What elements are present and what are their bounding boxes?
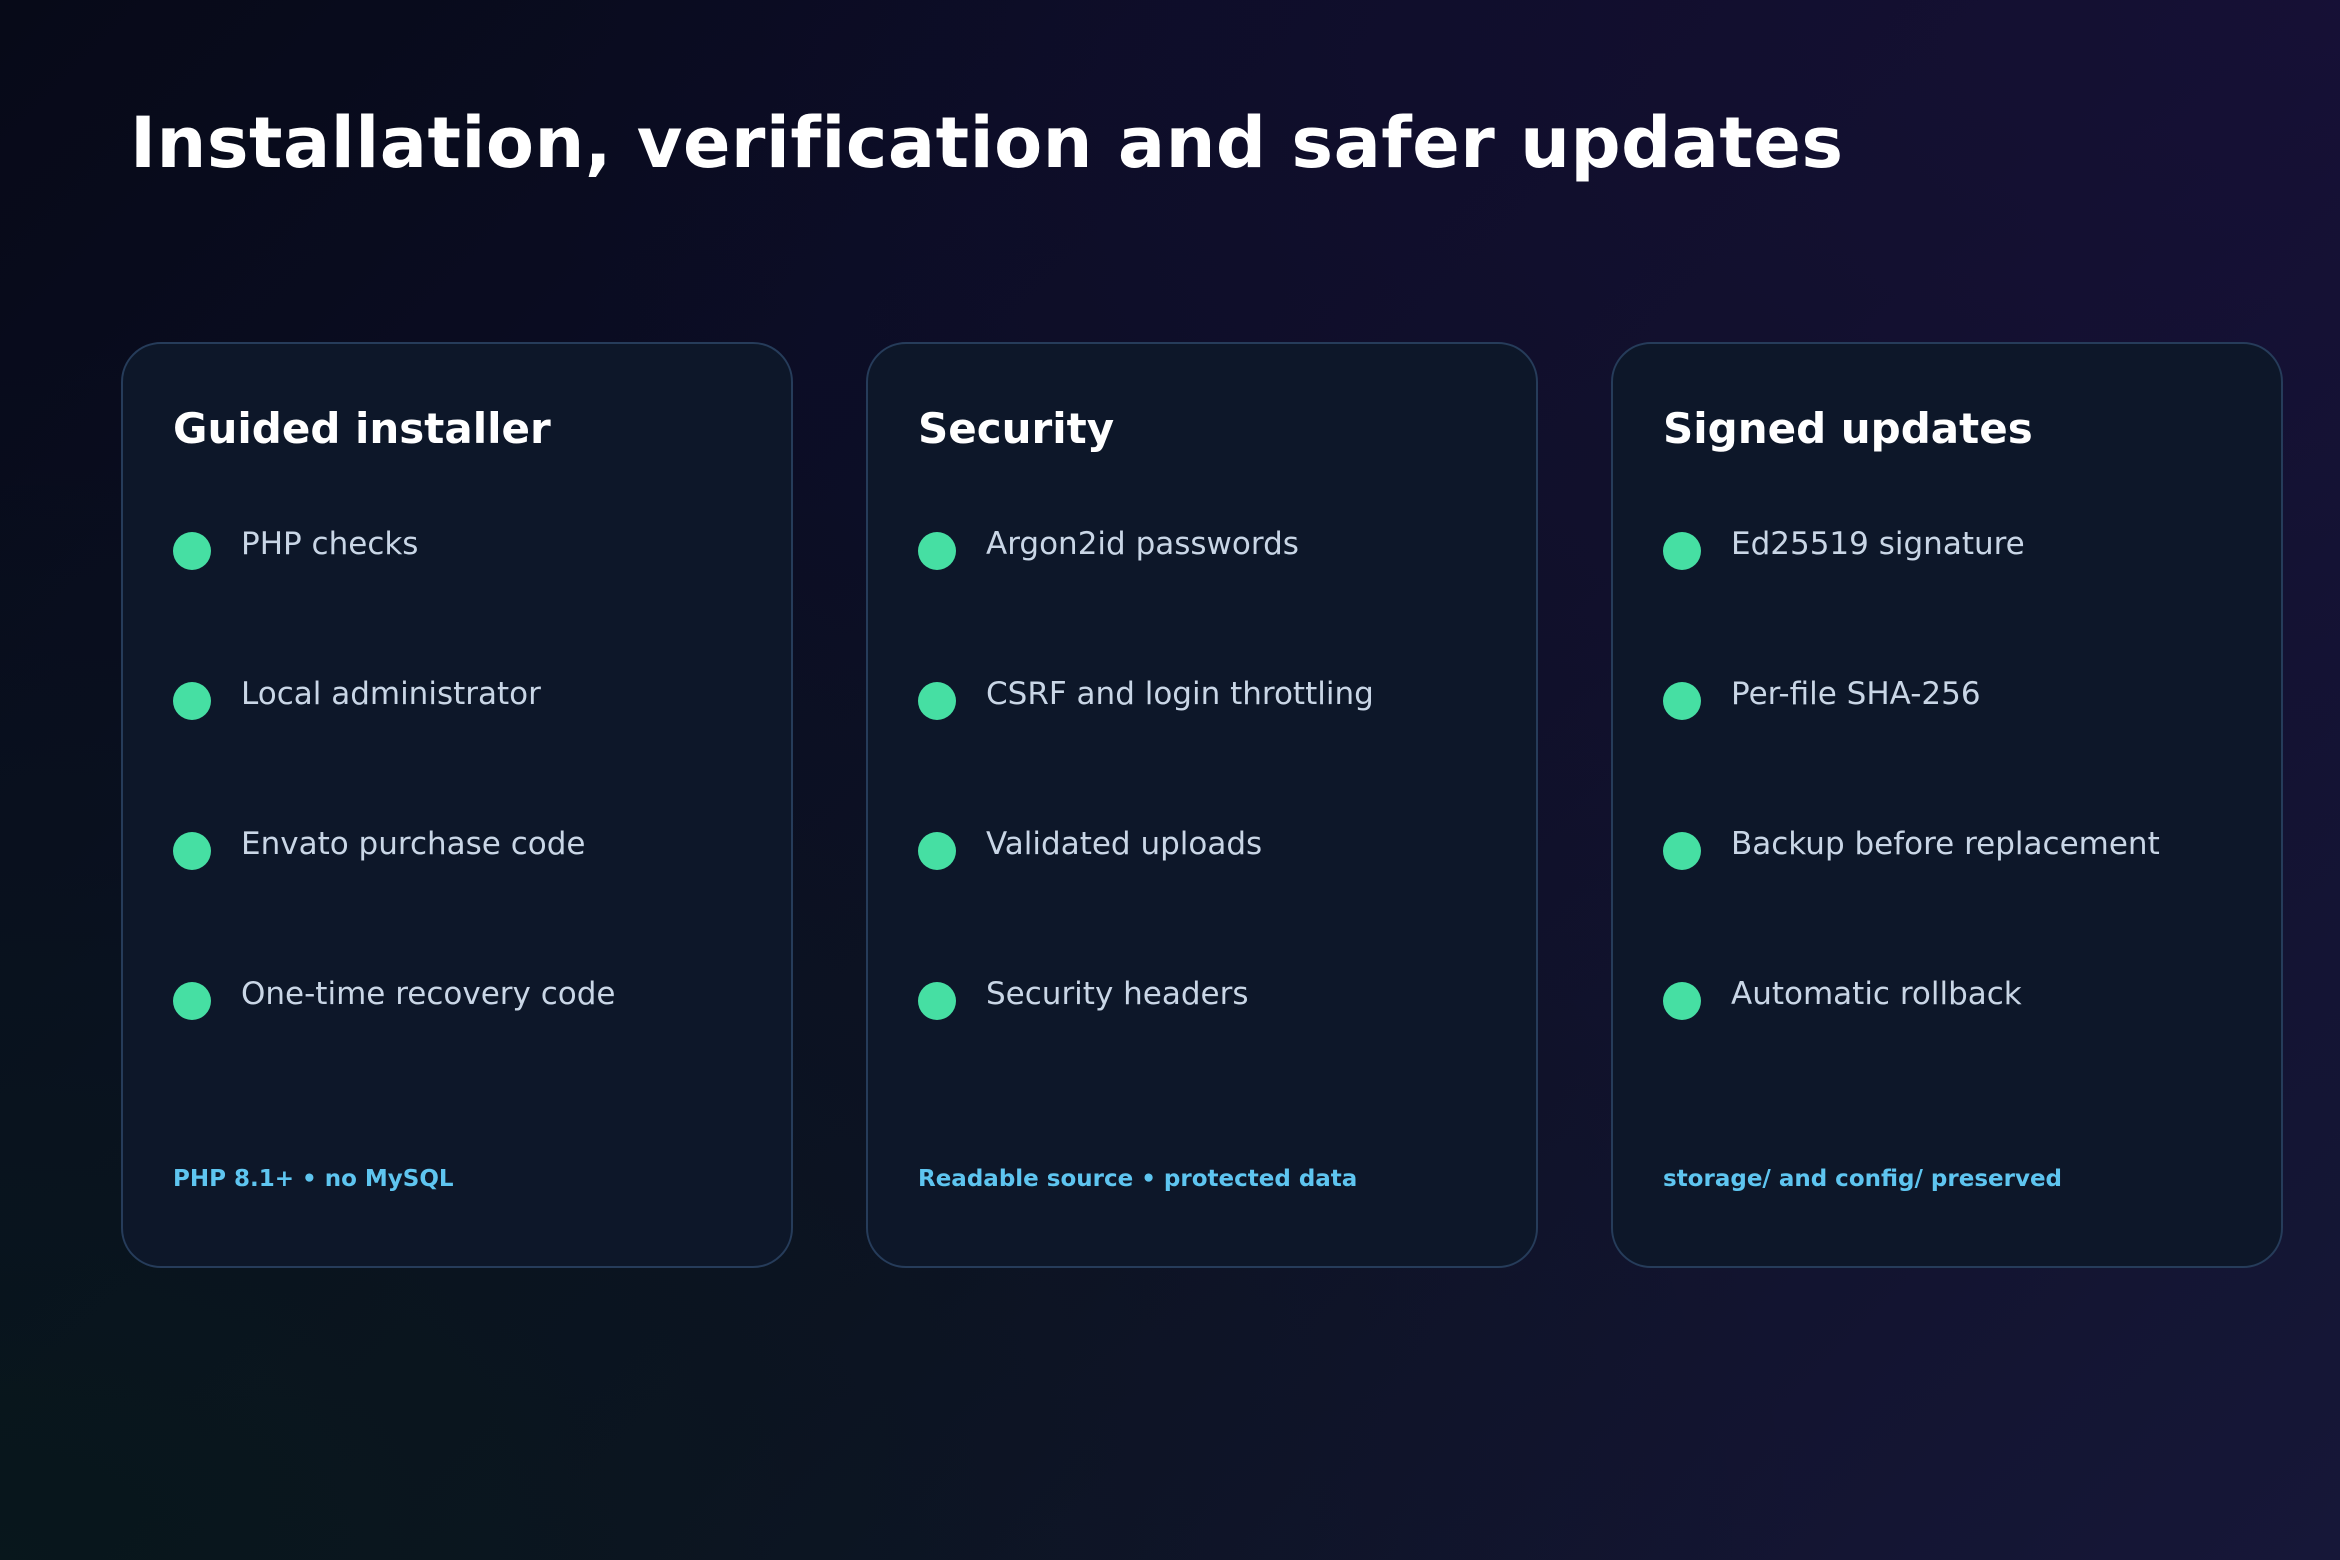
feature-item: Automatic rollback <box>1663 964 2022 1024</box>
feature-item: Argon2id passwords <box>918 514 1299 574</box>
bullet-dot-icon <box>173 832 211 870</box>
feature-label: PHP checks <box>241 526 419 562</box>
feature-label: One-time recovery code <box>241 976 616 1012</box>
page-title: Installation, verification and safer upd… <box>130 102 1844 184</box>
feature-item: Per-file SHA-256 <box>1663 664 1981 724</box>
card-security: Security Argon2id passwords CSRF and logi… <box>866 342 1538 1268</box>
feature-label: Backup before replacement <box>1731 826 2160 862</box>
feature-item: Envato purchase code <box>173 814 585 874</box>
feature-item: Security headers <box>918 964 1249 1024</box>
feature-item: PHP checks <box>173 514 418 574</box>
bullet-dot-icon <box>173 532 211 570</box>
feature-item: Validated uploads <box>918 814 1262 874</box>
card-guided-installer: Guided installer PHP checks Local adminis… <box>121 342 793 1268</box>
feature-label: Per-file SHA-256 <box>1731 676 1981 712</box>
card-footer-note: storage/ and config/ preserved <box>1663 1166 2063 1192</box>
feature-label: Local administrator <box>241 676 541 712</box>
feature-label: Validated uploads <box>986 826 1263 862</box>
feature-item: Backup before replacement <box>1663 814 2160 874</box>
bullet-dot-icon <box>1663 982 1701 1020</box>
bullet-dot-icon <box>918 832 956 870</box>
feature-label: Ed25519 signature <box>1731 526 2025 562</box>
card-footer-note: PHP 8.1+ • no MySQL <box>173 1166 454 1192</box>
feature-label: CSRF and login throttling <box>986 676 1374 712</box>
card-title: Security <box>918 404 1115 453</box>
bullet-dot-icon <box>173 682 211 720</box>
card-title: Guided installer <box>173 404 551 453</box>
feature-item: Ed25519 signature <box>1663 514 2025 574</box>
feature-item: One-time recovery code <box>173 964 615 1024</box>
feature-label: Argon2id passwords <box>986 526 1299 562</box>
bullet-dot-icon <box>1663 832 1701 870</box>
card-footer-note: Readable source • protected data <box>918 1166 1358 1192</box>
feature-item: Local administrator <box>173 664 541 724</box>
bullet-dot-icon <box>1663 682 1701 720</box>
card-title: Signed updates <box>1663 404 2033 453</box>
feature-label: Security headers <box>986 976 1249 1012</box>
feature-label: Automatic rollback <box>1731 976 2022 1012</box>
feature-item: CSRF and login throttling <box>918 664 1374 724</box>
bullet-dot-icon <box>918 532 956 570</box>
feature-label: Envato purchase code <box>241 826 586 862</box>
bullet-dot-icon <box>918 982 956 1020</box>
bullet-dot-icon <box>1663 532 1701 570</box>
bullet-dot-icon <box>173 982 211 1020</box>
bullet-dot-icon <box>918 682 956 720</box>
card-signed-updates: Signed updates Ed25519 signature Per-file… <box>1611 342 2283 1268</box>
